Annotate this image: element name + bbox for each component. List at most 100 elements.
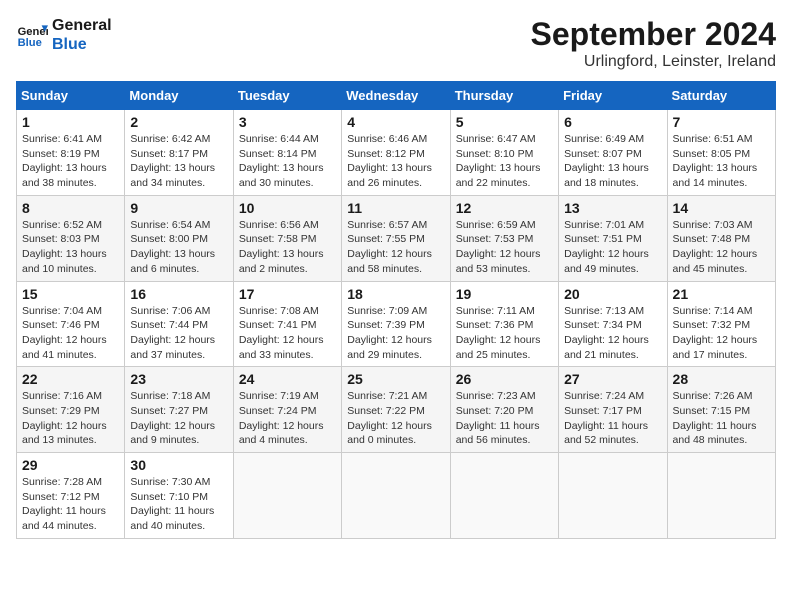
day-info: Sunrise: 7:19 AM Sunset: 7:24 PM Dayligh… xyxy=(239,389,336,448)
day-number: 26 xyxy=(456,371,553,387)
calendar-cell: 26 Sunrise: 7:23 AM Sunset: 7:20 PM Dayli… xyxy=(450,367,558,453)
calendar-cell: 22 Sunrise: 7:16 AM Sunset: 7:29 PM Dayli… xyxy=(17,367,125,453)
weekday-header: Monday xyxy=(125,82,233,110)
calendar-cell: 6Sunrise: 6:49 AM Sunset: 8:07 PM Daylig… xyxy=(559,110,667,196)
day-number: 14 xyxy=(673,200,770,216)
calendar-cell: 24 Sunrise: 7:19 AM Sunset: 7:24 PM Dayli… xyxy=(233,367,341,453)
day-info: Sunrise: 6:56 AM Sunset: 7:58 PM Dayligh… xyxy=(239,218,336,277)
logo-line1: General xyxy=(52,16,112,35)
weekday-header: Tuesday xyxy=(233,82,341,110)
day-info: Sunrise: 7:04 AM Sunset: 7:46 PM Dayligh… xyxy=(22,304,119,363)
calendar: SundayMondayTuesdayWednesdayThursdayFrid… xyxy=(16,81,776,539)
day-number: 15 xyxy=(22,286,119,302)
logo-icon: General Blue xyxy=(16,19,48,51)
weekday-header: Thursday xyxy=(450,82,558,110)
calendar-cell: 8Sunrise: 6:52 AM Sunset: 8:03 PM Daylig… xyxy=(17,195,125,281)
weekday-header: Friday xyxy=(559,82,667,110)
day-info: Sunrise: 6:46 AM Sunset: 8:12 PM Dayligh… xyxy=(347,132,444,191)
calendar-cell: 15 Sunrise: 7:04 AM Sunset: 7:46 PM Dayli… xyxy=(17,281,125,367)
calendar-cell: 5 Sunrise: 6:47 AM Sunset: 8:10 PM Daylig… xyxy=(450,110,558,196)
day-info: Sunrise: 7:30 AM Sunset: 7:10 PM Dayligh… xyxy=(130,475,227,534)
calendar-cell: 16 Sunrise: 7:06 AM Sunset: 7:44 PM Dayli… xyxy=(125,281,233,367)
day-number: 30 xyxy=(130,457,227,473)
day-number: 12 xyxy=(456,200,553,216)
calendar-cell xyxy=(667,453,775,539)
day-number: 10 xyxy=(239,200,336,216)
weekday-header: Sunday xyxy=(17,82,125,110)
day-number: 23 xyxy=(130,371,227,387)
day-info: Sunrise: 7:03 AM Sunset: 7:48 PM Dayligh… xyxy=(673,218,770,277)
day-info: Sunrise: 7:01 AM Sunset: 7:51 PM Dayligh… xyxy=(564,218,661,277)
calendar-cell: 4Sunrise: 6:46 AM Sunset: 8:12 PM Daylig… xyxy=(342,110,450,196)
day-info: Sunrise: 6:54 AM Sunset: 8:00 PM Dayligh… xyxy=(130,218,227,277)
day-number: 18 xyxy=(347,286,444,302)
day-info: Sunrise: 7:23 AM Sunset: 7:20 PM Dayligh… xyxy=(456,389,553,448)
calendar-cell: 12 Sunrise: 6:59 AM Sunset: 7:53 PM Dayli… xyxy=(450,195,558,281)
day-number: 2 xyxy=(130,114,227,130)
weekday-header: Wednesday xyxy=(342,82,450,110)
day-number: 9 xyxy=(130,200,227,216)
calendar-cell: 21 Sunrise: 7:14 AM Sunset: 7:32 PM Dayli… xyxy=(667,281,775,367)
day-number: 3 xyxy=(239,114,336,130)
calendar-cell: 25Sunrise: 7:21 AM Sunset: 7:22 PM Dayli… xyxy=(342,367,450,453)
calendar-cell: 17 Sunrise: 7:08 AM Sunset: 7:41 PM Dayli… xyxy=(233,281,341,367)
day-number: 22 xyxy=(22,371,119,387)
calendar-cell: 28 Sunrise: 7:26 AM Sunset: 7:15 PM Dayli… xyxy=(667,367,775,453)
day-info: Sunrise: 7:08 AM Sunset: 7:41 PM Dayligh… xyxy=(239,304,336,363)
day-info: Sunrise: 7:11 AM Sunset: 7:36 PM Dayligh… xyxy=(456,304,553,363)
day-info: Sunrise: 7:14 AM Sunset: 7:32 PM Dayligh… xyxy=(673,304,770,363)
logo-line2: Blue xyxy=(52,35,112,54)
title-area: September 2024 Urlingford, Leinster, Ire… xyxy=(531,16,776,71)
day-number: 27 xyxy=(564,371,661,387)
calendar-cell: 9 Sunrise: 6:54 AM Sunset: 8:00 PM Daylig… xyxy=(125,195,233,281)
day-number: 28 xyxy=(673,371,770,387)
month-title: September 2024 xyxy=(531,16,776,53)
header: General Blue General Blue September 2024… xyxy=(16,16,776,71)
calendar-cell: 18 Sunrise: 7:09 AM Sunset: 7:39 PM Dayli… xyxy=(342,281,450,367)
day-number: 16 xyxy=(130,286,227,302)
day-info: Sunrise: 6:59 AM Sunset: 7:53 PM Dayligh… xyxy=(456,218,553,277)
day-info: Sunrise: 7:24 AM Sunset: 7:17 PM Dayligh… xyxy=(564,389,661,448)
day-number: 5 xyxy=(456,114,553,130)
calendar-cell xyxy=(233,453,341,539)
calendar-cell: 11Sunrise: 6:57 AM Sunset: 7:55 PM Dayli… xyxy=(342,195,450,281)
calendar-cell: 3 Sunrise: 6:44 AM Sunset: 8:14 PM Daylig… xyxy=(233,110,341,196)
day-number: 13 xyxy=(564,200,661,216)
day-info: Sunrise: 7:18 AM Sunset: 7:27 PM Dayligh… xyxy=(130,389,227,448)
calendar-cell: 14 Sunrise: 7:03 AM Sunset: 7:48 PM Dayli… xyxy=(667,195,775,281)
day-info: Sunrise: 7:09 AM Sunset: 7:39 PM Dayligh… xyxy=(347,304,444,363)
calendar-cell: 27 Sunrise: 7:24 AM Sunset: 7:17 PM Dayli… xyxy=(559,367,667,453)
calendar-cell: 23 Sunrise: 7:18 AM Sunset: 7:27 PM Dayli… xyxy=(125,367,233,453)
logo: General Blue General Blue xyxy=(16,16,112,54)
calendar-cell xyxy=(450,453,558,539)
day-number: 8 xyxy=(22,200,119,216)
day-number: 7 xyxy=(673,114,770,130)
day-number: 19 xyxy=(456,286,553,302)
calendar-cell: 1Sunrise: 6:41 AM Sunset: 8:19 PM Daylig… xyxy=(17,110,125,196)
day-info: Sunrise: 7:21 AM Sunset: 7:22 PM Dayligh… xyxy=(347,389,444,448)
calendar-cell: 10 Sunrise: 6:56 AM Sunset: 7:58 PM Dayli… xyxy=(233,195,341,281)
day-info: Sunrise: 7:16 AM Sunset: 7:29 PM Dayligh… xyxy=(22,389,119,448)
day-info: Sunrise: 7:06 AM Sunset: 7:44 PM Dayligh… xyxy=(130,304,227,363)
location-title: Urlingford, Leinster, Ireland xyxy=(531,53,776,71)
calendar-cell: 20 Sunrise: 7:13 AM Sunset: 7:34 PM Dayli… xyxy=(559,281,667,367)
calendar-cell: 13 Sunrise: 7:01 AM Sunset: 7:51 PM Dayli… xyxy=(559,195,667,281)
day-info: Sunrise: 7:26 AM Sunset: 7:15 PM Dayligh… xyxy=(673,389,770,448)
day-number: 24 xyxy=(239,371,336,387)
day-info: Sunrise: 7:13 AM Sunset: 7:34 PM Dayligh… xyxy=(564,304,661,363)
day-info: Sunrise: 6:51 AM Sunset: 8:05 PM Dayligh… xyxy=(673,132,770,191)
day-info: Sunrise: 6:47 AM Sunset: 8:10 PM Dayligh… xyxy=(456,132,553,191)
calendar-cell xyxy=(559,453,667,539)
day-number: 1 xyxy=(22,114,119,130)
calendar-cell: 2Sunrise: 6:42 AM Sunset: 8:17 PM Daylig… xyxy=(125,110,233,196)
day-info: Sunrise: 6:49 AM Sunset: 8:07 PM Dayligh… xyxy=(564,132,661,191)
weekday-header: Saturday xyxy=(667,82,775,110)
calendar-cell xyxy=(342,453,450,539)
day-number: 21 xyxy=(673,286,770,302)
day-info: Sunrise: 6:44 AM Sunset: 8:14 PM Dayligh… xyxy=(239,132,336,191)
day-number: 17 xyxy=(239,286,336,302)
day-number: 11 xyxy=(347,200,444,216)
day-number: 20 xyxy=(564,286,661,302)
calendar-cell: 29Sunrise: 7:28 AM Sunset: 7:12 PM Dayli… xyxy=(17,453,125,539)
day-number: 29 xyxy=(22,457,119,473)
